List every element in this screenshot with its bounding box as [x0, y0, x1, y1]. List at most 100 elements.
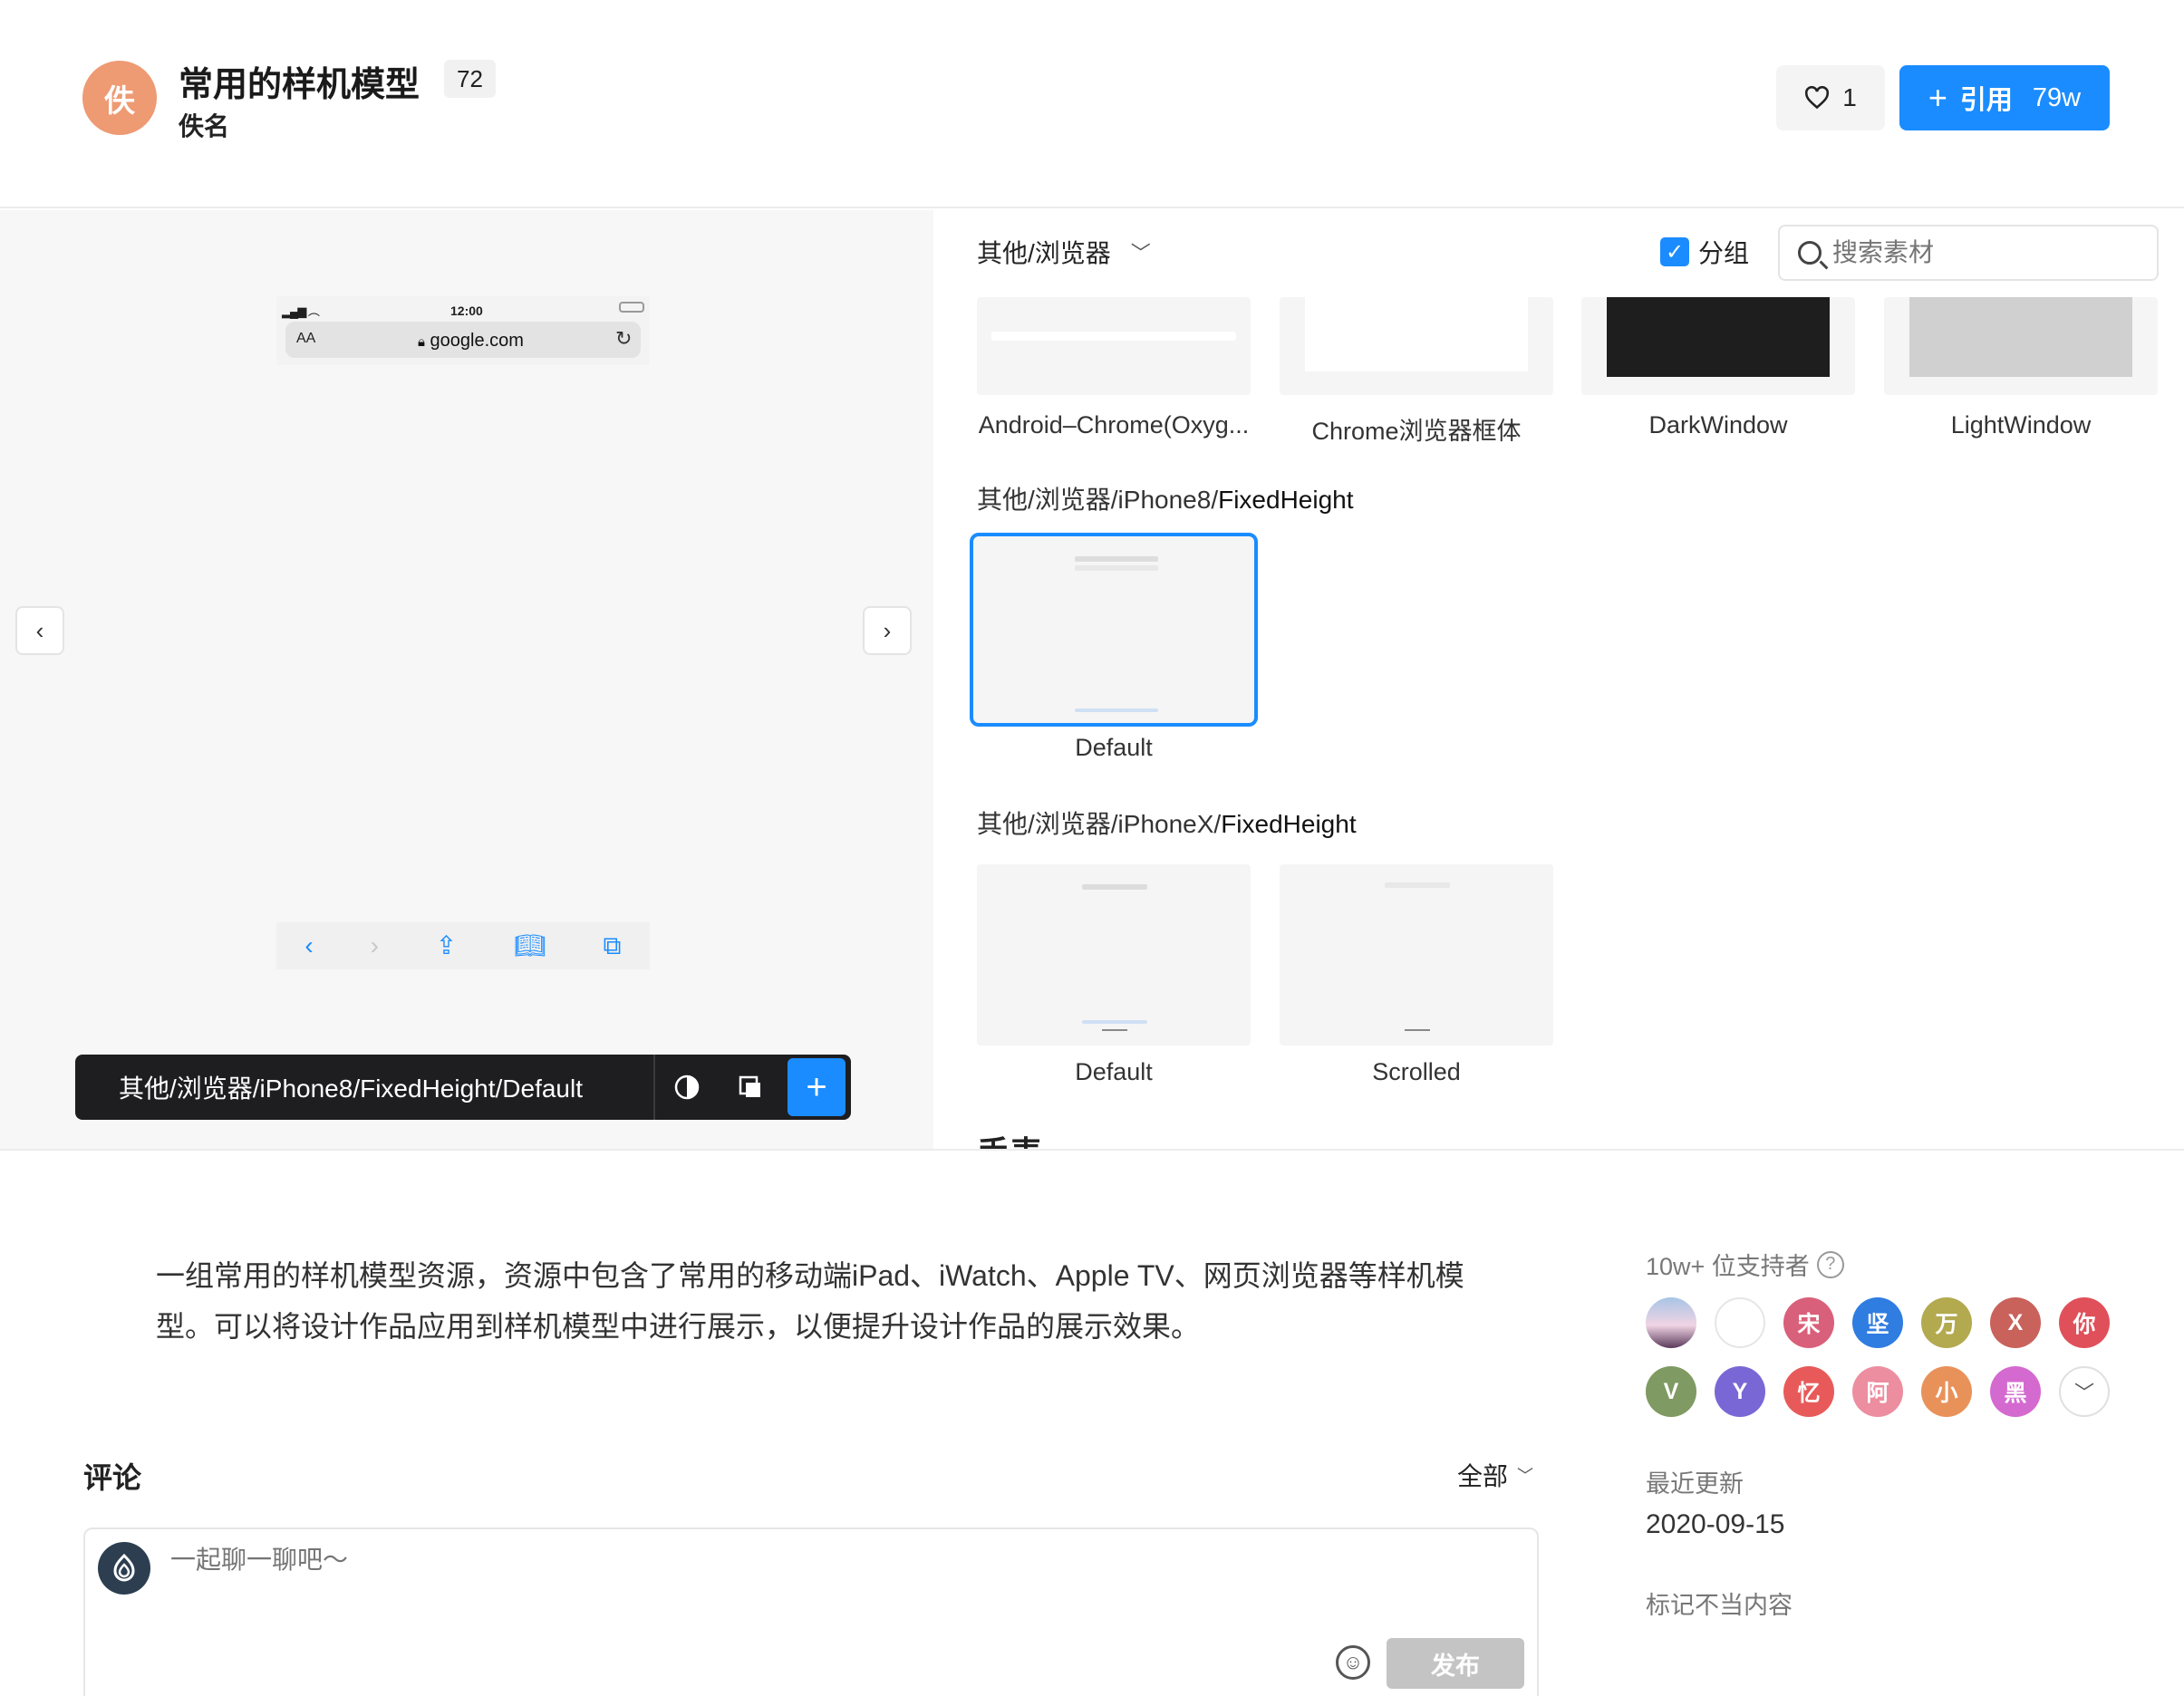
search-field[interactable] — [1778, 225, 2159, 281]
supporter-avatar[interactable]: 万 — [1921, 1297, 1972, 1348]
comment-input[interactable] — [170, 1546, 986, 1575]
comment-editor: ☺ 发布 — [83, 1527, 1539, 1696]
section-name: FixedHeight — [1221, 810, 1357, 838]
asset-label: Default — [1075, 1058, 1153, 1085]
supporter-avatar[interactable] — [1715, 1297, 1765, 1348]
plus-icon: + — [806, 1066, 827, 1107]
comment-filter[interactable]: 全部 ﹀ — [1457, 1457, 1533, 1493]
supporter-avatar[interactable]: V — [1646, 1366, 1696, 1417]
asset-label: Scrolled — [1372, 1058, 1461, 1085]
asset-label: Default — [1075, 734, 1153, 761]
supporter-avatar[interactable]: 忆 — [1783, 1366, 1834, 1417]
signal-icon: ▂▄▆ ︵ — [282, 304, 320, 318]
thumb-preview — [1075, 565, 1158, 571]
group-label: 分组 — [1698, 239, 1750, 267]
next-button[interactable]: › — [863, 606, 912, 655]
asset-thumb[interactable] — [1280, 297, 1553, 395]
phone-status-bar: ▂▄▆ ︵ 12:00 — [276, 296, 650, 322]
cite-count: 79w — [2032, 82, 2082, 112]
publish-button[interactable]: 发布 — [1387, 1638, 1524, 1689]
author-name[interactable]: 佚名 — [179, 107, 229, 143]
copy-button[interactable] — [719, 1055, 782, 1120]
category-value: 其他/浏览器 — [977, 239, 1111, 267]
comment-filter-value: 全部 — [1457, 1462, 1509, 1490]
expand-supporters-button[interactable]: ﹀ — [2059, 1366, 2110, 1417]
thumb-preview — [1082, 884, 1147, 890]
help-icon[interactable]: ? — [1816, 1250, 1844, 1278]
report-link[interactable]: 标记不当内容 — [1646, 1585, 1793, 1621]
thumb-preview — [1909, 297, 2132, 377]
supporter-avatar[interactable]: Y — [1715, 1366, 1765, 1417]
search-icon — [1798, 241, 1822, 265]
supporter-avatar[interactable]: 坚 — [1852, 1297, 1903, 1348]
asset-thumb[interactable] — [977, 864, 1251, 1046]
copy-icon — [739, 1075, 760, 1097]
cite-button[interactable]: + 引用 79w — [1899, 65, 2110, 130]
supporter-avatar[interactable]: 宋 — [1783, 1297, 1834, 1348]
supporters-count: 10w+ 位支持者 — [1646, 1253, 1810, 1280]
forward-icon: › — [370, 931, 379, 959]
comments-title: 评论 — [83, 1461, 142, 1494]
like-button[interactable]: 1 — [1776, 65, 1885, 130]
supporters-title: 10w+ 位支持者 ? — [1646, 1247, 1844, 1282]
thumb-preview — [991, 332, 1236, 341]
chevron-right-icon: › — [883, 616, 892, 644]
chevron-down-icon: ﹀ — [2073, 1382, 2094, 1404]
group-checkbox[interactable]: ✓ 分组 — [1660, 234, 1749, 270]
supporter-avatar[interactable] — [1646, 1297, 1696, 1348]
search-input[interactable] — [1832, 238, 2131, 267]
page-title: 常用的样机模型 — [179, 66, 420, 104]
section-divider — [0, 1149, 2184, 1151]
chevron-down-icon: ﹀ — [1517, 1467, 1534, 1485]
emoji-button[interactable]: ☺ — [1336, 1645, 1370, 1680]
supporter-avatar[interactable]: 阿 — [1852, 1366, 1903, 1417]
user-avatar — [98, 1542, 150, 1595]
asset-path: 其他/浏览器/iPhone8/FixedHeight/Default — [119, 1074, 583, 1103]
battery-icon — [619, 302, 644, 313]
preview-panel: ▂▄▆ ︵ 12:00 AA 🔒︎ google.com ↻ ‹ › ⇪ 📖︎ … — [0, 210, 933, 1149]
next-section-title: 手表 — [977, 1127, 1042, 1149]
thumb-preview — [1102, 1029, 1127, 1031]
heart-icon — [1805, 86, 1830, 110]
asset-path-bar: 其他/浏览器/iPhone8/FixedHeight/Default + — [75, 1055, 851, 1120]
asset-label: Chrome浏览器框体 — [1311, 418, 1522, 445]
supporter-avatar[interactable]: 小 — [1921, 1366, 1972, 1417]
thumb-preview — [1075, 556, 1158, 562]
supporter-avatar[interactable]: 你 — [2059, 1297, 2110, 1348]
supporter-avatar[interactable]: X — [1990, 1297, 2041, 1348]
asset-thumb-selected[interactable] — [970, 533, 1258, 727]
add-button[interactable]: + — [788, 1058, 846, 1116]
smile-icon: ☺ — [1342, 1651, 1364, 1673]
chevron-left-icon: ‹ — [35, 616, 44, 644]
like-count: 1 — [1842, 83, 1857, 111]
asset-thumb[interactable] — [977, 297, 1251, 395]
thumb-preview — [1075, 708, 1158, 712]
chevron-down-icon: ﹀ — [1130, 242, 1151, 265]
thumb-preview — [1607, 297, 1830, 377]
asset-thumb[interactable] — [1581, 297, 1855, 395]
plus-icon: + — [1928, 79, 1947, 116]
thumb-preview — [1385, 882, 1450, 888]
section-name: FixedHeight — [1218, 486, 1354, 514]
asset-browser: 其他/浏览器 ﹀ ✓ 分组 Android–Chrome(Oxyg... Chr… — [933, 210, 2184, 1149]
resource-description: 一组常用的样机模型资源，资源中包含了常用的移动端iPad、iWatch、Appl… — [156, 1259, 1464, 1343]
lock-icon: 🔒︎ — [418, 334, 425, 350]
section-prefix: 其他/浏览器/iPhoneX/ — [977, 810, 1222, 838]
theme-toggle-button[interactable] — [655, 1055, 719, 1120]
asset-thumb[interactable] — [1280, 864, 1553, 1046]
back-icon: ‹ — [304, 931, 314, 959]
text-size-icon: AA — [296, 331, 316, 346]
asset-label: LightWindow — [1950, 411, 2092, 438]
phone-url-bar: AA 🔒︎ google.com ↻ — [285, 322, 641, 358]
prev-button[interactable]: ‹ — [15, 606, 64, 655]
phone-browser-top: ▂▄▆ ︵ 12:00 AA 🔒︎ google.com ↻ — [276, 296, 650, 365]
asset-thumb[interactable] — [1884, 297, 2158, 395]
category-select[interactable]: 其他/浏览器 ﹀ — [977, 234, 1151, 270]
page-header: 佚 常用的样机模型 72 佚名 1 + 引用 79w — [0, 0, 2184, 208]
logo-icon — [113, 1553, 135, 1582]
thumb-preview — [1405, 1029, 1430, 1031]
cite-label: 引用 — [1959, 86, 2013, 115]
author-avatar[interactable]: 佚 — [82, 61, 157, 135]
reload-icon: ↻ — [615, 327, 633, 350]
supporter-avatar[interactable]: 黑 — [1990, 1366, 2041, 1417]
